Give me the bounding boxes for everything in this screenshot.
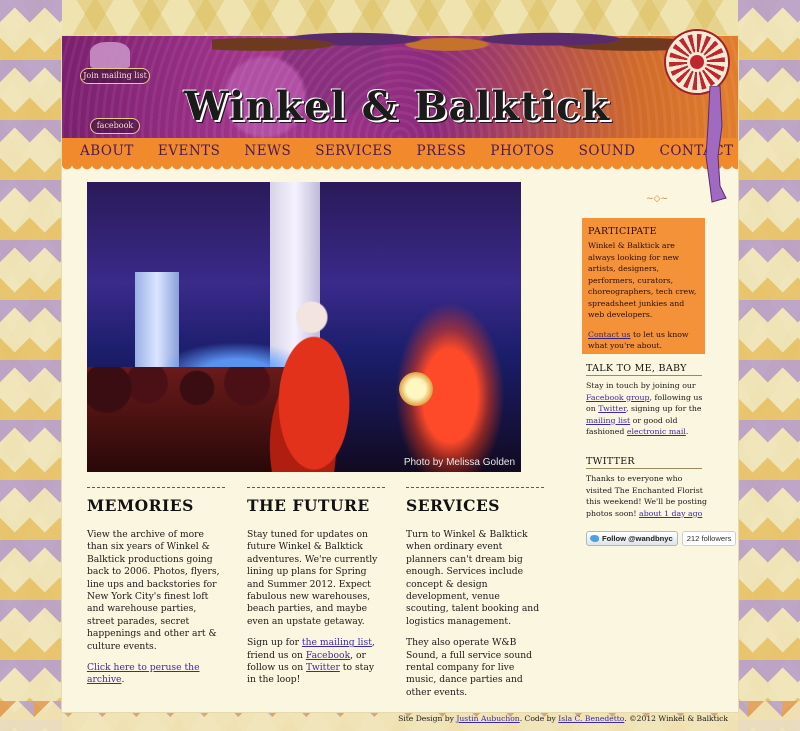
facebook-link[interactable]: facebook: [90, 118, 140, 134]
designer-link[interactable]: Justin Aubuchon: [456, 714, 519, 723]
photo-crowd: [87, 367, 287, 472]
email-link[interactable]: electronic mail: [627, 427, 686, 436]
photo-lamp: [399, 372, 433, 406]
twitter-bird-icon: [590, 534, 599, 542]
services-heading: SERVICES: [406, 496, 500, 515]
header-banner: Join mailing list facebook Winkel & Balk…: [62, 8, 738, 138]
tweet-text: Thanks to everyone who visited The Encha…: [586, 474, 708, 518]
mailing-list-sidebar-link[interactable]: mailing list: [586, 416, 630, 425]
participate-box: PARTICIPATE Winkel & Balktick are always…: [582, 218, 705, 354]
photo-dancer: [259, 300, 369, 472]
main-nav: ABOUT EVENTS NEWS SERVICES PRESS PHOTOS …: [62, 138, 738, 170]
nav-press[interactable]: PRESS: [417, 143, 467, 159]
followers-count[interactable]: 212 followers: [681, 530, 737, 546]
nav-sound[interactable]: SOUND: [579, 143, 636, 159]
follow-button[interactable]: Follow @wandbnyc: [586, 530, 678, 546]
facebook-group-link[interactable]: Facebook group: [586, 393, 650, 402]
page-container: Join mailing list facebook Winkel & Balk…: [62, 8, 738, 712]
left-harlequin-border: [0, 0, 62, 731]
footer-credits: Site Design by Justin Aubuchon. Code by …: [398, 714, 728, 723]
nav-services[interactable]: SERVICES: [315, 143, 392, 159]
nav-about[interactable]: ABOUT: [80, 143, 134, 159]
memories-body: View the archive of more than six years …: [87, 529, 220, 652]
twitter-heading: TWITTER: [586, 456, 702, 469]
services-body-sound: They also operate W&B Sound, a full serv…: [406, 637, 533, 698]
participate-heading: PARTICIPATE: [588, 226, 657, 237]
ornament-divider: ~◇~: [645, 194, 668, 204]
twitter-text-link[interactable]: Twitter: [306, 662, 340, 673]
site-logo-title[interactable]: Winkel & Balktick: [167, 82, 627, 130]
pinwheel-icon: [666, 31, 728, 93]
facebook-text-link[interactable]: Facebook: [306, 650, 350, 661]
memories-archive-line: Click here to peruse the archive.: [87, 662, 200, 686]
photo-credit: Photo by Melissa Golden: [403, 457, 515, 468]
talk-body: Stay in touch by joining our Facebook gr…: [586, 381, 703, 436]
carnival-figures-illustration: [212, 8, 682, 60]
nav-news[interactable]: NEWS: [244, 143, 291, 159]
future-section: THE FUTURE Stay tuned for updates on fut…: [247, 487, 385, 696]
future-heading: THE FUTURE: [247, 496, 370, 515]
striped-leg-illustration: [705, 86, 727, 203]
services-section: SERVICES Turn to Winkel & Balktick when …: [406, 487, 544, 708]
archive-link[interactable]: Click here to peruse the archive: [87, 662, 200, 685]
twitter-section: TWITTER Thanks to everyone who visited T…: [586, 456, 716, 519]
future-signup: Sign up for the mailing list, friend us …: [247, 637, 375, 686]
right-harlequin-border: [738, 0, 800, 731]
future-body: Stay tuned for updates on future Winkel …: [247, 529, 378, 627]
coder-link[interactable]: Isla C. Benedetto: [558, 714, 624, 723]
mascot-illustration: [90, 42, 130, 68]
twitter-follow-widget: Follow @wandbnyc 212 followers: [586, 530, 737, 546]
nav-events[interactable]: EVENTS: [158, 143, 221, 159]
participate-body: Winkel & Balktick are always looking for…: [588, 241, 697, 319]
join-mailing-list-link[interactable]: Join mailing list: [80, 68, 150, 84]
services-body: Turn to Winkel & Balktick when ordinary …: [406, 529, 540, 627]
contact-us-link[interactable]: Contact us: [588, 330, 630, 339]
twitter-sidebar-link[interactable]: Twitter: [598, 404, 626, 413]
memories-section: MEMORIES View the archive of more than s…: [87, 487, 225, 696]
memories-heading: MEMORIES: [87, 496, 194, 515]
talk-heading: TALK TO ME, BABY: [586, 363, 702, 376]
participate-contact: Contact us to let us know what you're ab…: [588, 329, 689, 351]
nav-photos[interactable]: PHOTOS: [490, 143, 554, 159]
talk-section: TALK TO ME, BABY Stay in touch by joinin…: [586, 363, 716, 438]
mailing-list-link[interactable]: the mailing list: [302, 637, 372, 648]
hero-photo: Photo by Melissa Golden: [87, 182, 521, 472]
tweet-time-link[interactable]: about 1 day ago: [639, 509, 702, 518]
